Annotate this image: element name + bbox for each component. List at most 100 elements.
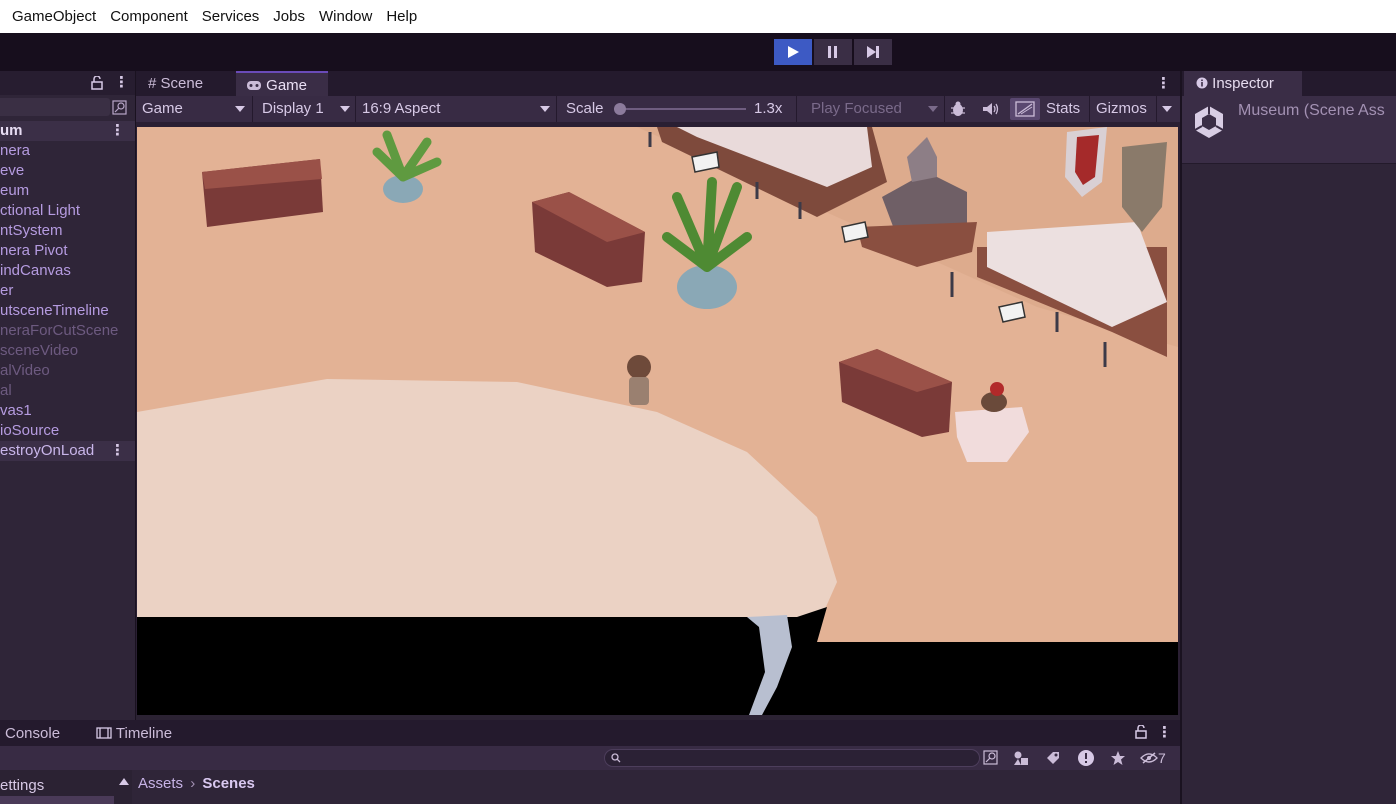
chevron-down-icon: [540, 106, 550, 112]
warning-filter-icon[interactable]: [1077, 749, 1095, 767]
gizmos-dropdown-chevron-icon[interactable]: [1162, 106, 1172, 112]
hierarchy-item-dontdestroyonload[interactable]: estroyOnLoad ⋮: [0, 441, 135, 461]
menu-services[interactable]: Services: [195, 8, 267, 25]
eye-hidden-icon: [1140, 752, 1158, 764]
breadcrumb-scenes[interactable]: Scenes: [202, 775, 255, 792]
hash-icon: #: [148, 75, 157, 92]
hierarchy-search-input[interactable]: [0, 98, 110, 116]
hierarchy-item[interactable]: ioSource: [0, 421, 135, 441]
menu-gameobject[interactable]: GameObject: [0, 8, 103, 25]
hierarchy-item[interactable]: er: [0, 281, 135, 301]
bottom-tabbar: Console Timeline ⋮: [0, 720, 1180, 746]
project-folder-tree: ettings: [0, 770, 132, 804]
hierarchy-item[interactable]: eum: [0, 181, 135, 201]
lock-icon[interactable]: [91, 76, 103, 90]
project-search-input[interactable]: [604, 749, 980, 767]
tab-scene[interactable]: # Scene: [138, 71, 213, 96]
inspector-header: Museum (Scene Ass: [1182, 96, 1396, 164]
hidden-count: 7: [1158, 750, 1166, 766]
aspect-dropdown[interactable]: 16:9 Aspect: [362, 96, 552, 122]
search-by-type-icon[interactable]: [112, 100, 127, 115]
hierarchy-item[interactable]: ctional Light: [0, 201, 135, 221]
menu-window[interactable]: Window: [312, 8, 379, 25]
hierarchy-item[interactable]: ntSystem: [0, 221, 135, 241]
chevron-down-icon: [928, 106, 938, 112]
menu-component[interactable]: Component: [103, 8, 195, 25]
breadcrumb-separator-icon: ›: [190, 775, 196, 792]
tab-game[interactable]: Game: [236, 71, 328, 96]
tab-timeline[interactable]: Timeline: [86, 721, 182, 746]
play-button[interactable]: [774, 39, 812, 65]
stats-button[interactable]: Stats: [1046, 96, 1080, 122]
scale-value: 1.3x: [754, 100, 783, 117]
gamepad-icon: [247, 81, 261, 90]
scene-render: [137, 127, 1178, 715]
project-main-area: Assets › Scenes: [133, 770, 1180, 804]
ddol-menu-icon[interactable]: ⋮: [110, 441, 125, 461]
project-toolbar: 7: [0, 746, 1180, 770]
lock-icon[interactable]: [1135, 725, 1147, 739]
graph-icon[interactable]: [1015, 101, 1035, 117]
bug-icon[interactable]: [949, 100, 967, 118]
pause-icon: [828, 46, 837, 58]
hierarchy-item-inactive[interactable]: alVideo: [0, 361, 135, 381]
scene-menu-icon[interactable]: ⋮: [110, 121, 125, 141]
hierarchy-item-inactive[interactable]: sceneVideo: [0, 341, 135, 361]
scale-slider-handle[interactable]: [614, 103, 626, 115]
search-by-type-icon[interactable]: [983, 750, 998, 765]
chevron-down-icon: [235, 106, 245, 112]
chevron-down-icon: [340, 106, 350, 112]
scale-slider[interactable]: [614, 103, 746, 115]
display-dropdown[interactable]: Display 1: [262, 96, 354, 122]
pause-button[interactable]: [814, 39, 852, 65]
game-viewport[interactable]: [137, 127, 1178, 715]
hierarchy-panel: ⋮ um ⋮ nera eve eum ctional Light ntSyste…: [0, 71, 136, 720]
scale-label: Scale: [566, 100, 604, 117]
folder-tree-item[interactable]: ettings: [0, 777, 44, 794]
folder-tree-selected-row: [0, 796, 114, 804]
inspector-panel: Inspector Museum (Scene Ass: [1180, 71, 1396, 804]
hierarchy-item[interactable]: vas1: [0, 401, 135, 421]
hierarchy-item[interactable]: indCanvas: [0, 261, 135, 281]
star-icon[interactable]: [1110, 750, 1126, 766]
inspector-object-name: Museum (Scene Ass: [1238, 102, 1385, 119]
hidden-packages-toggle[interactable]: 7: [1140, 749, 1166, 767]
hierarchy-item-inactive[interactable]: neraForCutScene: [0, 321, 135, 341]
step-icon: [867, 46, 879, 58]
play-icon: [788, 46, 799, 58]
hierarchy-item[interactable]: nera: [0, 141, 135, 161]
menu-bar: GameObject Component Services Jobs Windo…: [0, 0, 1396, 33]
tab-console[interactable]: Console: [0, 721, 70, 746]
hierarchy-item[interactable]: utsceneTimeline: [0, 301, 135, 321]
hierarchy-menu-icon[interactable]: ⋮: [114, 73, 129, 91]
hierarchy-item[interactable]: eve: [0, 161, 135, 181]
tab-inspector[interactable]: Inspector: [1184, 71, 1302, 96]
play-toolbar: [0, 33, 1396, 71]
breadcrumb: Assets › Scenes: [138, 775, 255, 792]
bottom-panel-menu-icon[interactable]: ⋮: [1157, 723, 1172, 741]
play-mode-dropdown[interactable]: Play Focused: [811, 96, 941, 122]
search-icon: [611, 753, 621, 763]
menu-help[interactable]: Help: [379, 8, 424, 25]
game-view-toolbar: Game Display 1 16:9 Aspect Scale 1.3x Pl…: [136, 96, 1180, 122]
hierarchy-item[interactable]: nera Pivot: [0, 241, 135, 261]
timeline-icon: [96, 727, 112, 739]
hierarchy-item-inactive[interactable]: al: [0, 381, 135, 401]
hierarchy-tabbar: ⋮: [0, 71, 135, 95]
step-button[interactable]: [854, 39, 892, 65]
game-view-menu-icon[interactable]: ⋮: [1156, 74, 1171, 92]
hierarchy-item-scene[interactable]: um ⋮: [0, 121, 135, 141]
audio-mute-icon[interactable]: [982, 101, 1000, 117]
game-mode-dropdown[interactable]: Game: [142, 96, 248, 122]
menu-jobs[interactable]: Jobs: [266, 8, 312, 25]
gizmos-button[interactable]: Gizmos: [1096, 96, 1147, 122]
tag-icon[interactable]: [1045, 750, 1061, 766]
game-view-tabbar: # Scene Game ⋮: [136, 71, 1180, 96]
unity-scene-asset-icon: [1194, 106, 1224, 138]
scroll-up-icon[interactable]: [119, 778, 129, 786]
breadcrumb-assets[interactable]: Assets: [138, 775, 183, 792]
bottom-panel: Console Timeline ⋮ 7 ettings Assets › Sc…: [0, 720, 1180, 804]
filter-by-type-icon[interactable]: [1013, 750, 1029, 766]
inspector-tabbar: Inspector: [1182, 71, 1396, 96]
info-icon: [1196, 77, 1208, 89]
